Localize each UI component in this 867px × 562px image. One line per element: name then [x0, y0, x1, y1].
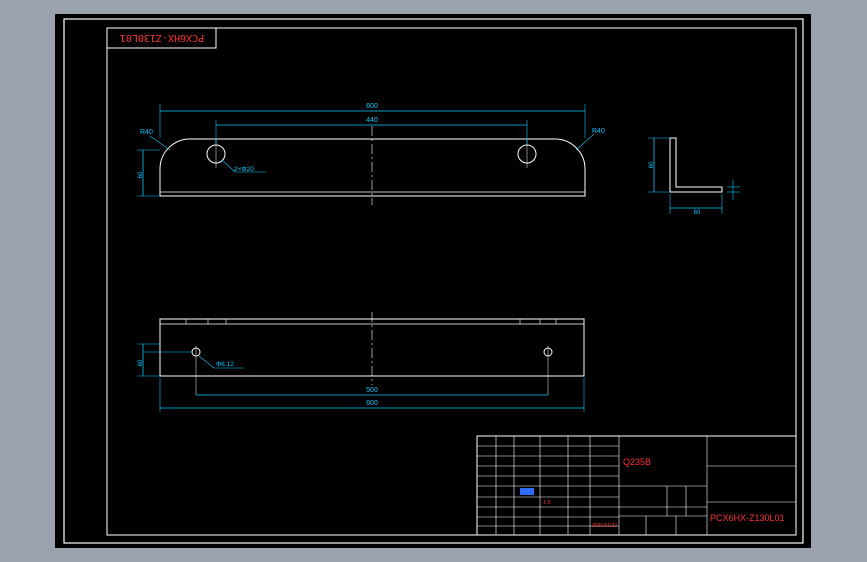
tb-date: 2021/01/22 — [592, 523, 617, 529]
stamp-text: PCX6HX-Z130L01 — [120, 32, 204, 43]
cad-viewport: PCX6HX-Z130L01 600 440 R40 R40 60 2×Φ20 … — [0, 0, 867, 562]
dim-bottom-overall: 600 — [366, 400, 378, 407]
drawing-sheet — [55, 14, 811, 548]
dim-bottom-height: 60 — [138, 359, 144, 366]
bottom-hole-note: Φ8.12 — [216, 361, 234, 368]
dim-radius-right: R40 — [592, 128, 605, 135]
dim-top-height: 60 — [138, 171, 144, 178]
dim-side-width: 60 — [694, 210, 701, 216]
tb-material: Q235B — [623, 457, 651, 467]
tb-ratio: 1:5 — [543, 500, 551, 506]
tb-drawing-number: PCX6HX-Z130L01 — [710, 513, 785, 523]
tb-blue-mark — [520, 488, 534, 495]
hole-note: 2×Φ20 — [234, 166, 254, 173]
dim-top-overall: 600 — [366, 103, 378, 110]
drawing-canvas[interactable]: PCX6HX-Z130L01 600 440 R40 R40 60 2×Φ20 … — [0, 0, 867, 562]
dim-top-holes: 440 — [366, 117, 378, 124]
dim-bottom-holes: 500 — [366, 387, 378, 394]
dim-radius-left: R40 — [140, 129, 153, 136]
dim-side-height: 60 — [649, 161, 655, 168]
